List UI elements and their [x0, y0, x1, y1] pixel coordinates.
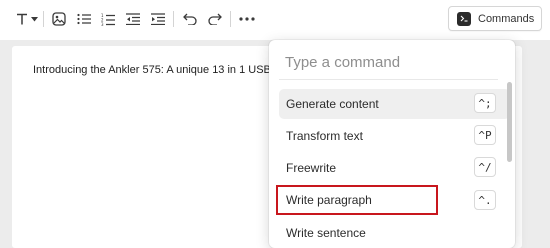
bullet-list-icon[interactable] — [76, 9, 92, 29]
toolbar-divider — [230, 11, 231, 27]
commands-button-label: Commands — [478, 12, 535, 25]
command-palette: Generate content ^; Transform text ^P Fr… — [269, 40, 515, 248]
command-item-write-paragraph[interactable]: Write paragraph — [276, 185, 438, 215]
more-icon[interactable] — [238, 9, 256, 29]
command-item-write-sentence[interactable]: Write sentence — [279, 218, 510, 248]
image-icon[interactable] — [51, 9, 67, 29]
command-item-label: Generate content — [286, 97, 379, 111]
app-window: 123 Commands Introducing the Ankler 575:… — [0, 0, 550, 248]
redo-icon[interactable] — [207, 9, 223, 29]
terminal-icon — [457, 11, 471, 26]
palette-divider — [279, 79, 498, 80]
command-item-label: Write paragraph — [286, 193, 372, 207]
toolbar-divider — [173, 11, 174, 27]
shortcut-key: ^. — [474, 190, 496, 210]
palette-scrollbar[interactable] — [507, 82, 512, 212]
command-search-input[interactable] — [285, 52, 495, 72]
shortcut-key: ^/ — [474, 157, 496, 177]
shortcut-key: ^; — [474, 93, 496, 113]
indent-icon[interactable] — [150, 9, 166, 29]
svg-text:3: 3 — [101, 22, 104, 26]
text-format-icon[interactable] — [14, 9, 30, 29]
numbered-list-icon[interactable]: 123 — [100, 9, 116, 29]
undo-icon[interactable] — [182, 9, 198, 29]
scrollbar-thumb[interactable] — [507, 82, 512, 162]
commands-button[interactable]: Commands — [448, 6, 542, 31]
command-item-label: Write sentence — [286, 226, 366, 240]
command-item-label: Transform text — [286, 129, 363, 143]
command-item-generate-content[interactable]: Generate content ^; — [279, 89, 510, 119]
command-item-label: Freewrite — [286, 161, 337, 175]
editor-text[interactable]: Introducing the Ankler 575: A unique 13 … — [33, 64, 273, 78]
command-item-freewrite[interactable]: Freewrite ^/ — [279, 153, 510, 183]
chevron-down-icon[interactable] — [30, 9, 38, 29]
shortcut-key: ^P — [474, 125, 496, 145]
toolbar-divider — [43, 11, 44, 27]
outdent-icon[interactable] — [125, 9, 141, 29]
toolbar: 123 Commands — [0, 0, 550, 40]
command-item-transform-text[interactable]: Transform text ^P — [279, 121, 510, 151]
